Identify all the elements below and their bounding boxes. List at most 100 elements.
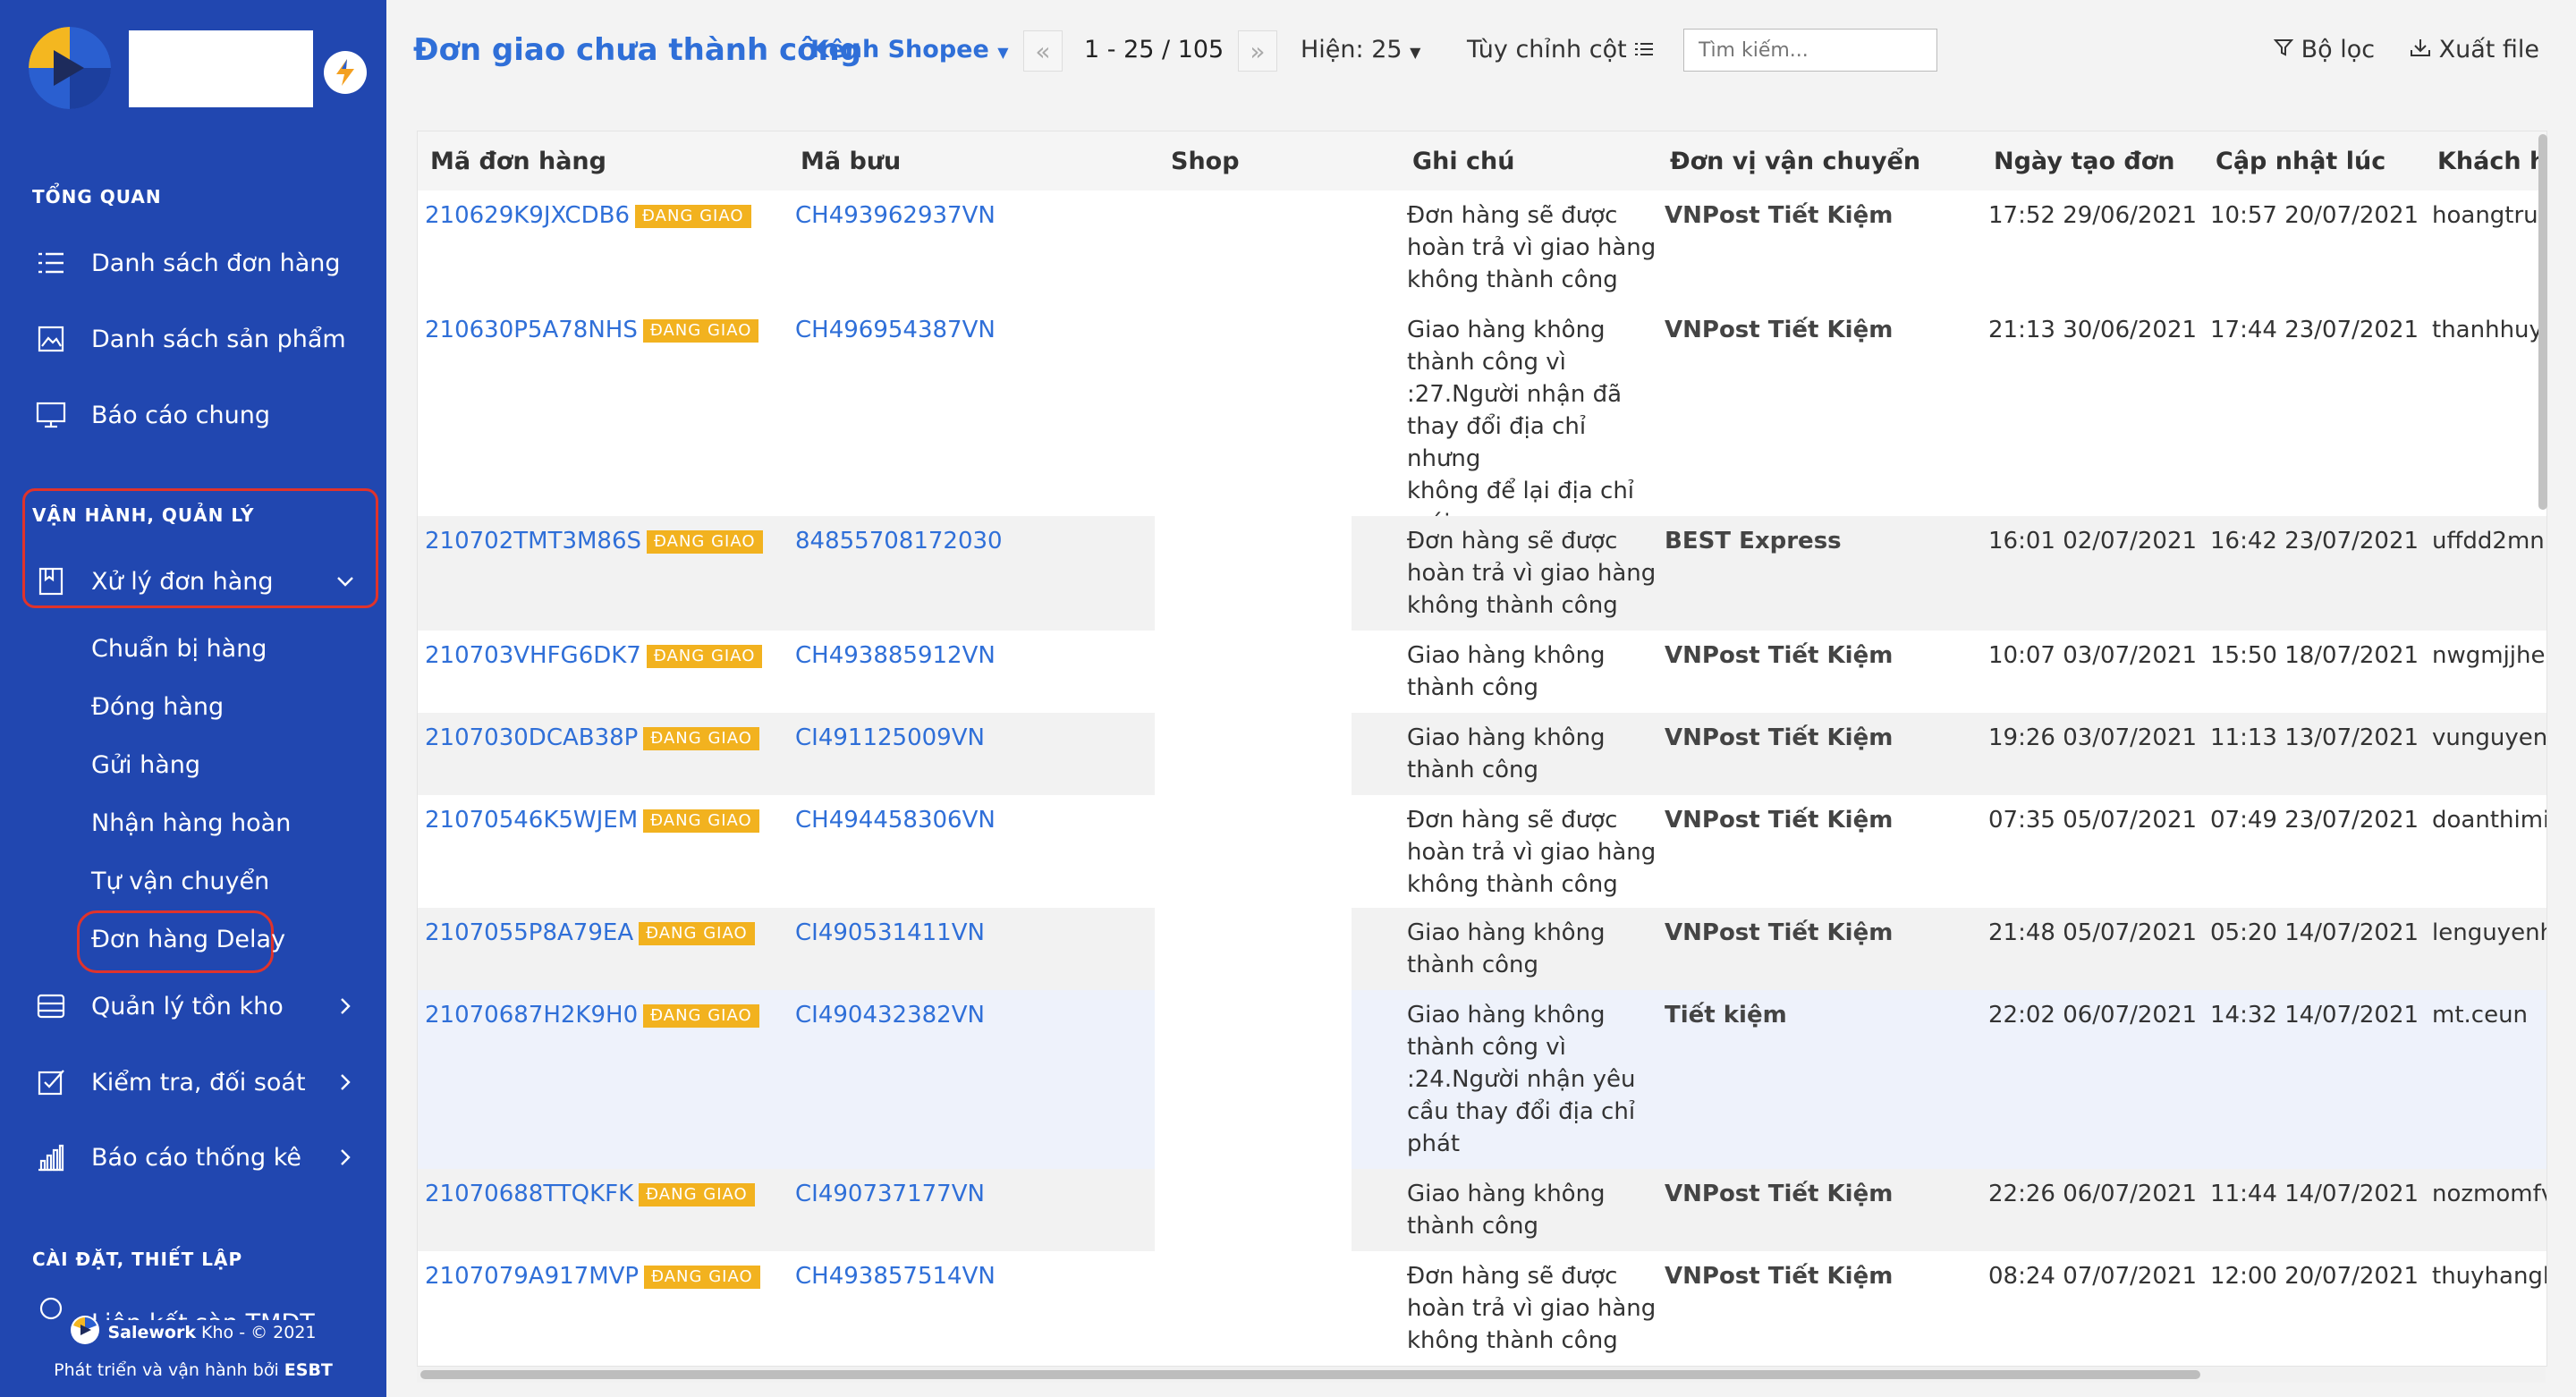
nav-order-processing[interactable]: Xử lý đơn hàng <box>34 560 365 603</box>
page-size-label: Hiện: 25 <box>1301 36 1402 64</box>
table-row[interactable]: 21070688TTQKFK ĐANG GIAO CI490737177VN Giao… <box>418 1169 2546 1252</box>
list-icon <box>34 246 68 280</box>
order-code-link[interactable]: 21070688TTQKFK <box>425 1181 633 1207</box>
column-header-tracking[interactable]: Mã bưu <box>801 131 902 190</box>
updated-date-cell: 07:49 23/07/2021 <box>2210 807 2419 834</box>
sidebar-footer: Salework Kho - © 2021 Phát triển và vận … <box>0 1315 386 1380</box>
table-row[interactable]: 210629K9JXCDB6 ĐANG GIAO CH493962937VN Đơn … <box>418 190 2546 306</box>
tracking-code-link[interactable]: CI490531411VN <box>795 917 985 949</box>
table-row[interactable]: 2107079A917MVP ĐANG GIAO CH493857514VN Đơn … <box>418 1251 2546 1366</box>
nav-reconciliation[interactable]: Kiểm tra, đối soát <box>34 1061 365 1104</box>
filter-label: Bộ lọc <box>2301 36 2376 64</box>
order-book-icon <box>34 564 68 598</box>
nav-general-report[interactable]: Báo cáo chung <box>34 394 365 436</box>
footer-company: ESBT <box>284 1360 333 1380</box>
column-header-carrier[interactable]: Đơn vị vận chuyển <box>1670 131 1921 190</box>
tracking-code-link[interactable]: CH493962937VN <box>795 199 996 232</box>
note-line: hoàn trả vì giao hàng <box>1407 839 1657 866</box>
customer-cell: hoangtrun <box>2432 202 2547 229</box>
chevron-right-icon[interactable] <box>335 1071 356 1099</box>
table-row[interactable]: 2107055P8A79EA ĐANG GIAO CI490531411VN Giao… <box>418 908 2546 991</box>
order-code-link[interactable]: 2107079A917MVP <box>425 1263 639 1290</box>
export-button[interactable]: Xuất file <box>2410 36 2539 64</box>
column-header-shop[interactable]: Shop <box>1171 131 1240 190</box>
note-cell: Đơn hàng sẽ được hoàn trả vì giao hàng khô… <box>1407 1260 1666 1357</box>
tracking-code-link[interactable]: CI490432382VN <box>795 999 985 1031</box>
tracking-code-link[interactable]: CI490737177VN <box>795 1178 985 1210</box>
sub-nav-returns[interactable]: Nhận hàng hoàn <box>91 809 291 837</box>
note-cell: Giao hàng không thành công <box>1407 917 1666 981</box>
sub-nav-prepare[interactable]: Chuẩn bị hàng <box>91 635 267 663</box>
order-code-link[interactable]: 2107030DCAB38P <box>425 724 638 751</box>
note-line: Đơn hàng sẽ được <box>1407 1263 1618 1290</box>
nav-label: Danh sách đơn hàng <box>91 249 341 277</box>
status-badge: ĐANG GIAO <box>643 726 759 750</box>
order-code-link[interactable]: 210703VHFG6DK7 <box>425 642 641 669</box>
nav-product-list[interactable]: Danh sách sản phẩm <box>34 318 365 360</box>
table-row[interactable]: 210630P5A78NHS ĐANG GIAO CH496954387VN Giao… <box>418 305 2546 537</box>
updated-date-cell: 15:50 18/07/2021 <box>2210 642 2419 669</box>
note-cell: Giao hàng không thành công <box>1407 722 1666 786</box>
page-size-dropdown[interactable]: Hiện: 25 ▼ <box>1301 36 1420 64</box>
column-header-updated[interactable]: Cập nhật lúc <box>2216 131 2386 190</box>
horizontal-scrollbar-thumb[interactable] <box>420 1370 2200 1379</box>
nav-order-list[interactable]: Danh sách đơn hàng <box>34 241 365 284</box>
sub-nav-send[interactable]: Gửi hàng <box>91 751 200 779</box>
note-line: thành công <box>1407 757 1539 783</box>
tracking-code-link[interactable]: CH493885912VN <box>795 639 996 672</box>
chevron-right-icon[interactable] <box>335 995 356 1023</box>
tracking-code-link[interactable]: CI491125009VN <box>795 722 985 754</box>
chevron-down-icon[interactable] <box>335 571 356 598</box>
tracking-code-link[interactable]: CH494458306VN <box>795 804 996 836</box>
channel-dropdown[interactable]: Kênh Shopee ▼ <box>810 36 1009 64</box>
updated-date-cell: 11:13 13/07/2021 <box>2210 724 2419 751</box>
table-row[interactable]: 2107030DCAB38P ĐANG GIAO CI491125009VN Giao… <box>418 713 2546 796</box>
double-chevron-left-icon: « <box>1035 36 1051 66</box>
customer-cell: nozmomfv <box>2432 1181 2547 1207</box>
column-header-note[interactable]: Ghi chú <box>1412 131 1515 190</box>
section-overview-heading: TỔNG QUAN <box>32 186 162 207</box>
nav-statistics[interactable]: Báo cáo thống kê <box>34 1136 365 1179</box>
caret-down-icon: ▼ <box>997 44 1009 61</box>
tracking-code-link[interactable]: CH493857514VN <box>795 1260 996 1292</box>
note-cell: Đơn hàng sẽ được hoàn trả vì giao hàng khô… <box>1407 804 1666 901</box>
table-row[interactable]: 210702TMT3M86S ĐANG GIAO 84855708172030 Đơn… <box>418 516 2546 631</box>
search-input[interactable] <box>1683 29 1937 72</box>
customize-columns-button[interactable]: Tùy chỉnh cột <box>1467 36 1654 64</box>
tracking-code-link[interactable]: CH496954387VN <box>795 314 996 346</box>
vertical-scrollbar[interactable] <box>2538 134 2547 510</box>
customer-cell: uffdd2mn <box>2432 528 2545 555</box>
status-badge: ĐANG GIAO <box>644 1265 760 1289</box>
updated-date-cell: 05:20 14/07/2021 <box>2210 919 2419 946</box>
order-code-link[interactable]: 21070687H2K9H0 <box>425 1002 638 1029</box>
sub-nav-self-shipping[interactable]: Tự vận chuyển <box>91 868 269 895</box>
prev-page-button[interactable]: « <box>1023 30 1063 72</box>
horizontal-scrollbar[interactable] <box>417 1367 2546 1383</box>
sub-nav-pack[interactable]: Đóng hàng <box>91 693 224 721</box>
column-header-created[interactable]: Ngày tạo đơn <box>1994 131 2175 190</box>
tracking-code-link[interactable]: 84855708172030 <box>795 525 1003 557</box>
column-header-customer[interactable]: Khách hà <box>2437 131 2546 190</box>
note-line: thay đổi địa chỉ nhưng <box>1407 413 1587 472</box>
note-line: không thành công <box>1407 592 1618 619</box>
order-code-link[interactable]: 210702TMT3M86S <box>425 528 641 555</box>
next-page-button[interactable]: » <box>1238 30 1277 72</box>
sub-nav-delay-orders[interactable]: Đơn hàng Delay <box>91 926 285 953</box>
order-code-link[interactable]: 210630P5A78NHS <box>425 317 638 343</box>
app-logo-icon[interactable] <box>29 27 111 109</box>
filter-button[interactable]: Bộ lọc <box>2273 36 2376 64</box>
salework-badge-icon[interactable] <box>324 51 367 94</box>
updated-date-cell: 12:00 20/07/2021 <box>2210 1263 2419 1290</box>
table-row[interactable]: 21070546K5WJEM ĐANG GIAO CH494458306VN Đơn … <box>418 795 2546 909</box>
order-code-link[interactable]: 21070546K5WJEM <box>425 807 638 834</box>
table-row[interactable]: 210703VHFG6DK7 ĐANG GIAO CH493885912VN Giao… <box>418 631 2546 714</box>
order-code-cell: 210629K9JXCDB6 ĐANG GIAO <box>425 199 751 232</box>
table-row[interactable]: 21070687H2K9H0 ĐANG GIAO CI490432382VN Giao… <box>418 990 2546 1170</box>
note-line: Giao hàng không <box>1407 1181 1606 1207</box>
order-code-link[interactable]: 2107055P8A79EA <box>425 919 633 946</box>
column-header-order-code[interactable]: Mã đơn hàng <box>430 131 606 190</box>
nav-label: Báo cáo thống kê <box>91 1143 301 1172</box>
nav-inventory[interactable]: Quản lý tồn kho <box>34 985 365 1028</box>
order-code-link[interactable]: 210629K9JXCDB6 <box>425 202 630 229</box>
chevron-right-icon[interactable] <box>335 1147 356 1174</box>
